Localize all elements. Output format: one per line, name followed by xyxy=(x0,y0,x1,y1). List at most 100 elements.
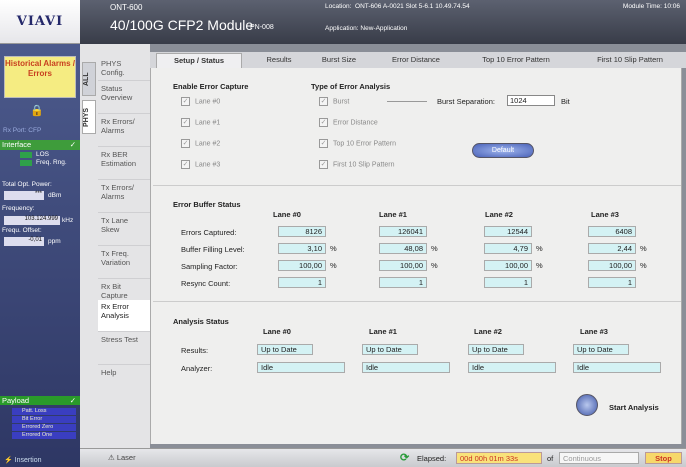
analyzer-lane1: Idle xyxy=(362,362,450,373)
analyzer-lane0: Idle xyxy=(257,362,345,373)
nav-phys-config[interactable]: PHYS Config. xyxy=(98,57,150,81)
sampling-lane0: 100,00 xyxy=(278,260,326,271)
location-label: Location: xyxy=(325,3,352,10)
part-number: PN-008 xyxy=(250,24,274,31)
frequency-value: 103.124.999 xyxy=(4,216,60,225)
tab-bar: Setup / Status Results Burst Size Error … xyxy=(150,52,686,68)
analyzer-lane2: Idle xyxy=(468,362,556,373)
tab-burst-size[interactable]: Burst Size xyxy=(314,55,364,64)
power-value: *** xyxy=(4,191,44,200)
location-value: ONT-606 A-0021 Slot 5-6.1 10.49.74.54 xyxy=(355,3,470,10)
lane0-capture-label: Lane #0 xyxy=(195,98,221,106)
resync-lane3: 1 xyxy=(588,277,636,288)
default-button[interactable]: Default xyxy=(472,143,534,158)
pct-label: % xyxy=(536,244,543,253)
first10-slip-label: First 10 Slip Pattern xyxy=(333,161,395,169)
errors-captured-label: Errors Captured: xyxy=(181,228,237,237)
first10-slip-checkbox[interactable]: ✓ First 10 Slip Pattern xyxy=(319,160,394,169)
check-icon: ✓ xyxy=(319,139,328,148)
pct-label: % xyxy=(330,261,337,270)
enable-capture-title: Enable Error Capture xyxy=(173,82,249,91)
errors-captured-lane2: 12544 xyxy=(484,226,532,237)
los-indicator xyxy=(20,152,32,158)
nav-help[interactable]: Help xyxy=(98,366,150,386)
tab-error-distance[interactable]: Error Distance xyxy=(382,55,450,64)
burst-separator-line xyxy=(387,101,427,102)
nav-rx-ber-estimation[interactable]: Rx BER Estimation xyxy=(98,148,150,180)
pct-label: % xyxy=(431,244,438,253)
burst-separation-input[interactable]: 1024 xyxy=(507,95,555,106)
nav-tx-freq-variation[interactable]: Tx Freq. Variation xyxy=(98,247,150,279)
sampling-lane1: 100,00 xyxy=(379,260,427,271)
lock-icon: 🔒 xyxy=(30,105,44,117)
buffer-fill-label: Buffer Filling Level: xyxy=(181,245,245,254)
offset-unit: ppm xyxy=(48,238,61,245)
tab-first10-slip-pattern[interactable]: First 10 Slip Pattern xyxy=(578,55,682,64)
sampling-lane3: 100,00 xyxy=(588,260,636,271)
navigation-panel: ALL PHYS PHYS Config. Status Overview Rx… xyxy=(80,44,150,448)
laser-warning-icon: ⚠ xyxy=(108,453,115,462)
nav-stress-test[interactable]: Stress Test xyxy=(98,333,150,365)
tab-setup-status[interactable]: Setup / Status xyxy=(156,53,242,68)
stop-button[interactable]: Stop xyxy=(645,452,682,464)
viavi-logo: VIAVI xyxy=(0,0,80,44)
pct-label: % xyxy=(330,244,337,253)
total-opt-power-label: Total Opt. Power: xyxy=(2,181,52,188)
buffer-lane0-header: Lane #0 xyxy=(273,210,301,219)
pct-label: % xyxy=(640,244,647,253)
status-lane2-header: Lane #2 xyxy=(474,327,502,336)
tab-results[interactable]: Results xyxy=(254,55,304,64)
nav-tx-lane-skew[interactable]: Tx Lane Skew xyxy=(98,214,150,246)
error-distance-label: Error Distance xyxy=(333,119,378,127)
buffer-fill-lane1: 48,08 xyxy=(379,243,427,254)
refresh-icon[interactable]: ⟳ xyxy=(400,451,409,464)
nav-rx-error-analysis[interactable]: Rx Error Analysis xyxy=(98,300,150,332)
nav-tx-errors-alarms[interactable]: Tx Errors/ Alarms xyxy=(98,181,150,213)
errored-zero-indicator: Errored Zero xyxy=(12,424,76,431)
lane1-capture-checkbox[interactable]: ✓ Lane #1 xyxy=(181,118,220,127)
resync-lane0: 1 xyxy=(278,277,326,288)
laser-button[interactable]: ⚠ Laser xyxy=(108,453,136,462)
analysis-type-title: Type of Error Analysis xyxy=(311,82,391,91)
divider xyxy=(153,301,681,302)
check-icon: ✓ xyxy=(319,97,328,106)
pct-label: % xyxy=(431,261,438,270)
burst-unit: Bit xyxy=(561,97,570,106)
buffer-fill-lane2: 4,79 xyxy=(484,243,532,254)
burst-separation-label: Burst Separation: xyxy=(437,97,495,106)
lane2-capture-checkbox[interactable]: ✓ Lane #2 xyxy=(181,139,220,148)
nav-rx-errors-alarms[interactable]: Rx Errors/ Alarms xyxy=(98,115,150,147)
analysis-status-title: Analysis Status xyxy=(173,317,229,326)
historical-alarms-button[interactable]: Historical Alarms / Errors xyxy=(4,56,76,98)
top10-pattern-checkbox[interactable]: ✓ Top 10 Error Pattern xyxy=(319,139,396,148)
lane0-capture-checkbox[interactable]: ✓ Lane #0 xyxy=(181,97,220,106)
resync-lane1: 1 xyxy=(379,277,427,288)
start-analysis-button[interactable] xyxy=(576,394,598,416)
interface-status[interactable]: Interface ✓ xyxy=(0,140,80,150)
buffer-status-title: Error Buffer Status xyxy=(173,200,241,209)
patt-loss-indicator: Patt. Loss xyxy=(12,408,76,415)
insertion-label: Insertion xyxy=(14,457,42,464)
insertion-icon: ⚡ xyxy=(4,457,13,464)
payload-status[interactable]: Payload ✓ xyxy=(0,396,80,405)
duration-field[interactable]: Continuous xyxy=(559,452,639,464)
lane3-capture-checkbox[interactable]: ✓ Lane #3 xyxy=(181,160,220,169)
start-analysis-label[interactable]: Start Analysis xyxy=(609,403,659,412)
vertical-tab-phys[interactable]: PHYS xyxy=(82,100,96,134)
vertical-tab-all[interactable]: ALL xyxy=(82,62,96,96)
buffer-lane2-header: Lane #2 xyxy=(485,210,513,219)
lane3-capture-label: Lane #3 xyxy=(195,161,221,169)
check-icon: ✓ xyxy=(181,97,190,106)
errors-captured-lane3: 6408 xyxy=(588,226,636,237)
results-lane2: Up to Date xyxy=(468,344,524,355)
bit-error-indicator: Bit Error xyxy=(12,416,76,423)
nav-status-overview[interactable]: Status Overview xyxy=(98,82,150,114)
setup-status-panel: Enable Error Capture ✓ Lane #0 ✓ Lane #1 ✓… xyxy=(150,68,682,444)
tab-top10-error-pattern[interactable]: Top 10 Error Pattern xyxy=(466,55,566,64)
burst-checkbox[interactable]: ✓ Burst xyxy=(319,97,349,106)
insertion-button[interactable]: ⚡ Insertion xyxy=(4,456,42,464)
errors-captured-lane1: 126041 xyxy=(379,226,427,237)
errored-one-indicator: Errored One xyxy=(12,432,76,439)
device-name: ONT-600 xyxy=(110,3,143,12)
error-distance-checkbox[interactable]: ✓ Error Distance xyxy=(319,118,378,127)
